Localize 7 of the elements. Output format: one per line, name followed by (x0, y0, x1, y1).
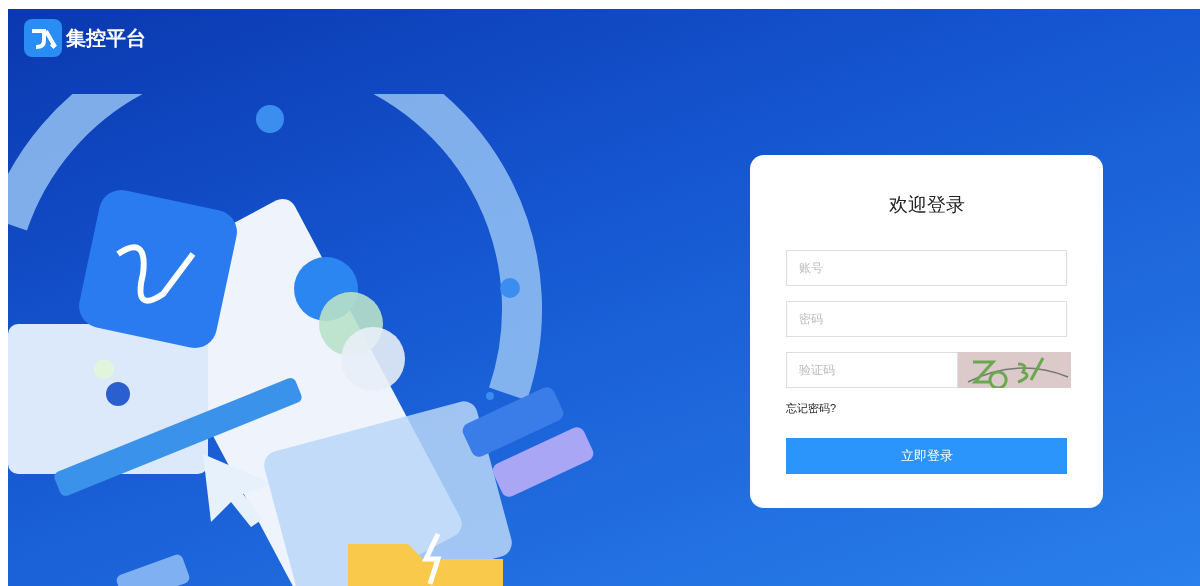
login-title: 欢迎登录 (887, 193, 966, 217)
forgot-password-link[interactable]: 忘记密码? (786, 399, 837, 416)
account-input[interactable]: 账号 (786, 249, 1067, 286)
logo-icon (24, 19, 62, 57)
password-input[interactable]: 密码 (786, 300, 1067, 337)
captcha-input[interactable]: 验证码 (786, 351, 958, 388)
brand-name: 集控平台 (66, 25, 146, 52)
